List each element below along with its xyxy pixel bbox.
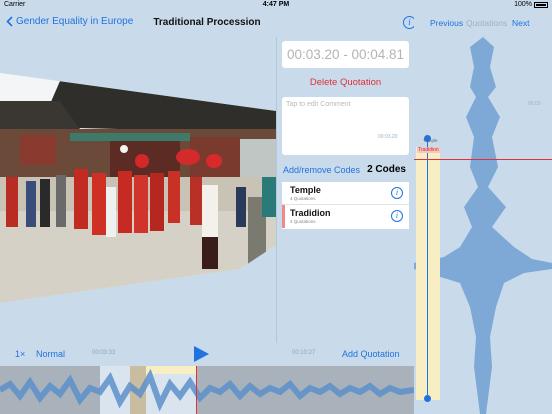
quotation-marker[interactable] <box>416 147 440 400</box>
marker-line <box>427 141 428 397</box>
codes-list: Temple 4 Quotations i Tradidion 4 Quotat… <box>282 182 409 229</box>
code-row-tradidion[interactable]: Tradidion 4 Quotations i <box>282 205 409 228</box>
info-icon[interactable]: i <box>391 187 403 199</box>
time-tick-label: 00:03.20 <box>378 134 398 140</box>
battery-icon <box>534 1 548 8</box>
add-quotation-button[interactable]: Add Quotation <box>342 349 400 359</box>
timeline-strip[interactable] <box>0 366 414 414</box>
duration-time: 00:10:27 <box>292 350 316 356</box>
code-row-temple[interactable]: Temple 4 Quotations i <box>282 182 409 205</box>
code-name: Temple <box>290 185 321 195</box>
speed-button[interactable]: 1× <box>15 349 25 359</box>
previous-button[interactable]: Previous <box>430 18 463 28</box>
time-tick-label: 00:03 <box>528 101 541 107</box>
video-frame-image <box>0 73 276 303</box>
page-title: Traditional Procession <box>153 17 261 28</box>
clock: 4:47 PM <box>262 1 290 8</box>
add-remove-codes-button[interactable]: Add/remove Codes <box>283 165 360 175</box>
info-icon[interactable]: i <box>391 210 403 222</box>
timeline-waveform <box>0 366 414 414</box>
playhead-line <box>414 159 552 160</box>
code-color-swatch <box>282 205 285 228</box>
play-icon[interactable] <box>194 346 209 362</box>
next-button[interactable]: Next <box>512 18 529 28</box>
video-frame[interactable] <box>0 37 276 343</box>
current-time: 00:03:33 <box>92 350 116 356</box>
quotation-navigator: Previous Quotations Next <box>414 11 552 37</box>
battery-indicator: 100% <box>514 1 548 8</box>
marker-code-label: Temple <box>423 138 438 143</box>
playback-controls: 1× Normal 00:03:33 00:10:27 Add Quotatio… <box>0 343 414 366</box>
comment-placeholder: Tap to edit Comment <box>286 101 351 108</box>
delete-quotation-button[interactable]: Delete Quotation <box>277 77 414 88</box>
quotations-title: Quotations <box>466 18 508 28</box>
navigation-bar: Gender Equality in Europe Traditional Pr… <box>0 11 416 37</box>
code-color-swatch <box>282 182 285 204</box>
comment-field[interactable]: Tap to edit Comment <box>282 97 409 155</box>
playback-mode-button[interactable]: Normal <box>36 349 65 359</box>
code-quotation-count: 4 Quotations <box>290 219 316 224</box>
code-quotation-count: 4 Quotations <box>290 196 316 201</box>
marker-code-label: Tradidion <box>417 147 440 153</box>
battery-percent: 100% <box>514 1 532 8</box>
quotation-time-range[interactable]: 00:03.20 - 00:04.81 <box>282 41 409 68</box>
quotation-details-panel: 00:03.20 - 00:04.81 Delete Quotation Tap… <box>277 37 414 343</box>
status-bar: Carrier 4:47 PM 100% <box>0 0 552 11</box>
vertical-waveform[interactable]: Temple Tradidion 00:03 <box>414 37 552 414</box>
code-name: Tradidion <box>290 208 331 218</box>
codes-count: 2 Codes <box>367 164 406 175</box>
